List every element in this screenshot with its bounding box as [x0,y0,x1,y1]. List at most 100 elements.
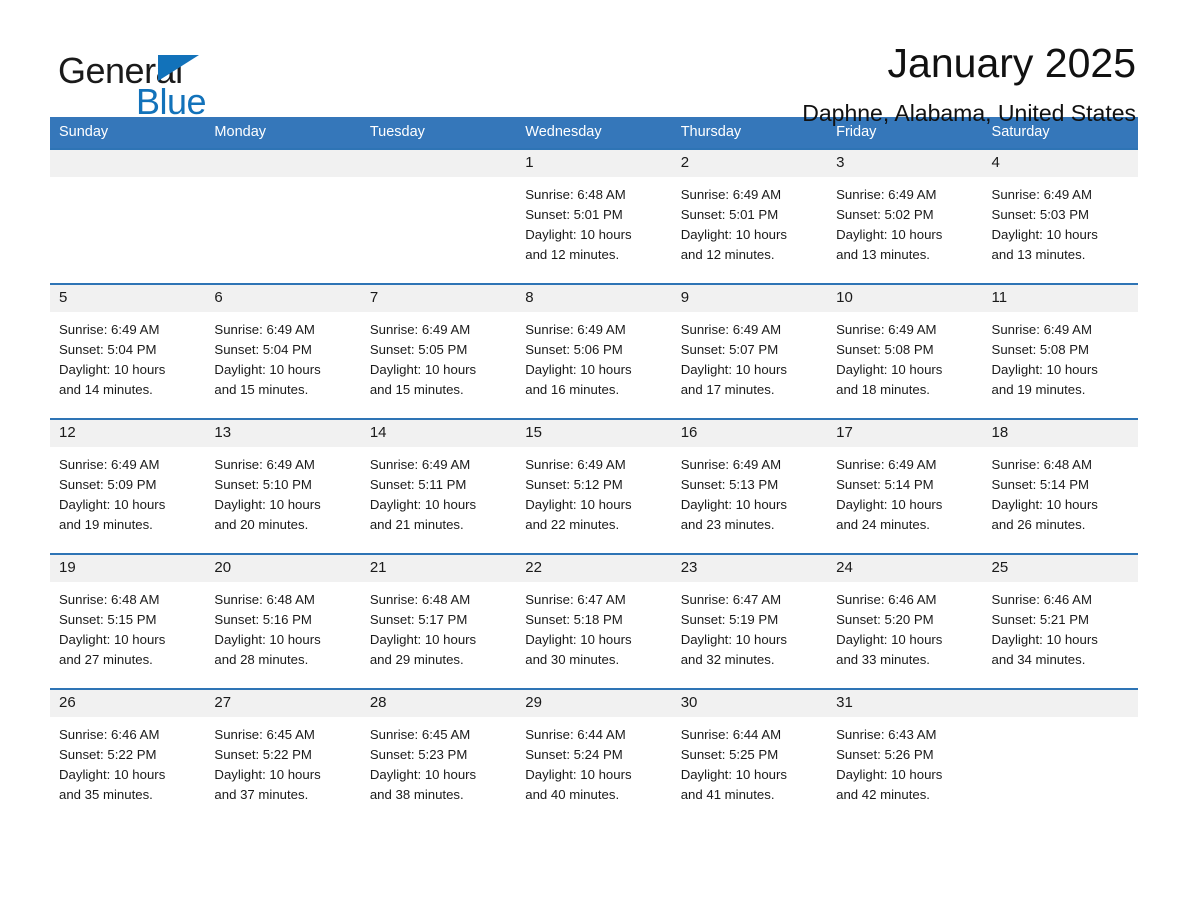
calendar-day-cell[interactable]: 27 Sunrise: 6:45 AM Sunset: 5:22 PM Dayligh… [205,688,361,823]
day-number: 3 [827,150,983,177]
calendar-day-cell[interactable]: 21 Sunrise: 6:48 AM Sunset: 5:17 PM Dayligh… [360,553,517,689]
daylight-duration-line2: and 19 minutes. [991,382,1086,397]
daylight-duration-line1: Daylight: 10 hours [369,767,477,782]
daylight-duration-line1: Daylight: 10 hours [991,632,1098,647]
sunset-time: Sunset: 5:04 PM [214,342,312,357]
day-number: 21 [360,555,517,582]
calendar-day-cell[interactable]: 31 Sunrise: 6:43 AM Sunset: 5:26 PM Dayligh… [827,688,983,823]
calendar-cell-empty [982,688,1138,823]
calendar-day-cell[interactable]: 14 Sunrise: 6:49 AM Sunset: 5:11 PM Dayligh… [360,418,517,554]
sunrise-time: Sunrise: 6:48 AM [525,187,626,202]
sunset-time: Sunset: 5:09 PM [59,477,157,492]
calendar-day-cell[interactable]: 28 Sunrise: 6:45 AM Sunset: 5:23 PM Dayligh… [360,688,517,823]
calendar-day-cell[interactable]: 17 Sunrise: 6:49 AM Sunset: 5:14 PM Dayligh… [827,418,983,554]
daylight-duration-line2: and 13 minutes. [991,247,1086,262]
day-number: 9 [671,285,828,312]
calendar-day-cell[interactable]: 3 Sunrise: 6:49 AM Sunset: 5:02 PM Daylight… [827,148,983,284]
calendar-day-cell[interactable]: 16 Sunrise: 6:49 AM Sunset: 5:13 PM Dayligh… [671,418,828,554]
daylight-duration-line1: Daylight: 10 hours [214,632,321,647]
calendar-day-cell[interactable]: 24 Sunrise: 6:46 AM Sunset: 5:20 PM Dayligh… [827,553,983,689]
day-number: 31 [827,690,983,717]
calendar-day-cell[interactable]: 8 Sunrise: 6:49 AM Sunset: 5:06 PM Daylight… [516,283,672,419]
sunset-time: Sunset: 5:25 PM [680,747,779,762]
sunset-time: Sunset: 5:15 PM [59,612,157,627]
daylight-duration-line1: Daylight: 10 hours [991,497,1098,512]
calendar-day-cell[interactable]: 6 Sunrise: 6:49 AM Sunset: 5:04 PM Daylight… [205,283,361,419]
calendar-day-cell[interactable]: 23 Sunrise: 6:47 AM Sunset: 5:19 PM Dayligh… [671,553,828,689]
calendar-day-cell[interactable]: 30 Sunrise: 6:44 AM Sunset: 5:25 PM Dayligh… [671,688,828,823]
day-details: Sunrise: 6:48 AM Sunset: 5:15 PM Daylight:… [50,582,205,670]
calendar-day-cell[interactable]: 13 Sunrise: 6:49 AM Sunset: 5:10 PM Dayligh… [205,418,361,554]
sunrise-time: Sunrise: 6:49 AM [991,322,1092,337]
sunset-time: Sunset: 5:24 PM [525,747,623,762]
daylight-duration-line2: and 16 minutes. [525,382,620,397]
day-number: 16 [671,420,828,447]
calendar-day-cell[interactable]: 5 Sunrise: 6:49 AM Sunset: 5:04 PM Daylight… [50,283,206,419]
calendar-day-cell[interactable]: 15 Sunrise: 6:49 AM Sunset: 5:12 PM Dayligh… [516,418,672,554]
daylight-duration-line1: Daylight: 10 hours [836,497,943,512]
day-number: 23 [671,555,828,582]
daylight-duration-line1: Daylight: 10 hours [836,362,943,377]
sunset-time: Sunset: 5:05 PM [369,342,468,357]
calendar-day-cell[interactable]: 25 Sunrise: 6:46 AM Sunset: 5:21 PM Dayligh… [982,553,1138,689]
daylight-duration-line2: and 19 minutes. [59,517,153,532]
sunset-time: Sunset: 5:03 PM [991,207,1090,222]
calendar-cell-empty [50,148,206,284]
brand-name-blue: Blue [136,81,207,122]
sunrise-time: Sunrise: 6:44 AM [680,727,782,742]
sunset-time: Sunset: 5:17 PM [369,612,468,627]
daylight-duration-line2: and 41 minutes. [680,787,775,802]
daylight-duration-line1: Daylight: 10 hours [680,497,787,512]
daylight-duration-line2: and 20 minutes. [214,517,309,532]
day-number [205,150,361,177]
sunset-time: Sunset: 5:26 PM [836,747,934,762]
sunset-time: Sunset: 5:13 PM [680,477,779,492]
sunrise-time: Sunrise: 6:49 AM [836,187,937,202]
daylight-duration-line1: Daylight: 10 hours [680,227,787,242]
calendar-day-cell[interactable]: 2 Sunrise: 6:49 AM Sunset: 5:01 PM Daylight… [671,148,828,284]
sunset-time: Sunset: 5:04 PM [59,342,157,357]
sunrise-time: Sunrise: 6:45 AM [369,727,471,742]
sunset-time: Sunset: 5:22 PM [214,747,312,762]
daylight-duration-line1: Daylight: 10 hours [214,362,321,377]
day-details: Sunrise: 6:46 AM Sunset: 5:20 PM Daylight:… [827,582,982,670]
calendar-day-cell[interactable]: 1 Sunrise: 6:48 AM Sunset: 5:01 PM Daylight… [516,148,672,284]
calendar-day-cell[interactable]: 4 Sunrise: 6:49 AM Sunset: 5:03 PM Daylight… [982,148,1138,284]
sunrise-time: Sunrise: 6:47 AM [525,592,626,607]
general-blue-logo[interactable]: General Blue [50,42,260,122]
calendar-page: General Blue January 2025 Daphne, Alabam… [0,0,1188,918]
calendar-cell-empty [360,148,517,284]
calendar-week-row: 12 Sunrise: 6:49 AM Sunset: 5:09 PM Dayligh… [50,418,1138,554]
calendar-day-cell[interactable]: 11 Sunrise: 6:49 AM Sunset: 5:08 PM Dayligh… [982,283,1138,419]
calendar-day-cell[interactable]: 19 Sunrise: 6:48 AM Sunset: 5:15 PM Dayligh… [50,553,206,689]
day-details: Sunrise: 6:49 AM Sunset: 5:04 PM Daylight:… [205,312,360,400]
day-number [982,690,1138,717]
calendar-day-cell[interactable]: 29 Sunrise: 6:44 AM Sunset: 5:24 PM Dayligh… [516,688,672,823]
daylight-duration-line1: Daylight: 10 hours [836,632,943,647]
daylight-duration-line1: Daylight: 10 hours [525,362,632,377]
sunset-time: Sunset: 5:19 PM [680,612,779,627]
day-details: Sunrise: 6:48 AM Sunset: 5:14 PM Daylight:… [983,447,1138,535]
day-details: Sunrise: 6:49 AM Sunset: 5:12 PM Daylight:… [516,447,671,535]
calendar-day-cell[interactable]: 22 Sunrise: 6:47 AM Sunset: 5:18 PM Dayligh… [516,553,672,689]
sunset-time: Sunset: 5:01 PM [525,207,623,222]
day-details: Sunrise: 6:49 AM Sunset: 5:07 PM Daylight:… [672,312,827,400]
calendar-week-row: 1 Sunrise: 6:48 AM Sunset: 5:01 PM Daylight… [50,148,1138,284]
calendar-day-cell[interactable]: 18 Sunrise: 6:48 AM Sunset: 5:14 PM Dayligh… [982,418,1138,554]
day-number: 1 [516,150,672,177]
triangle-flag-icon [158,55,199,81]
sunset-time: Sunset: 5:14 PM [836,477,934,492]
calendar-day-cell[interactable]: 26 Sunrise: 6:46 AM Sunset: 5:22 PM Dayligh… [50,688,206,823]
daylight-duration-line2: and 28 minutes. [214,652,309,667]
day-details: Sunrise: 6:46 AM Sunset: 5:21 PM Daylight:… [983,582,1138,670]
calendar-day-cell[interactable]: 7 Sunrise: 6:49 AM Sunset: 5:05 PM Daylight… [360,283,517,419]
day-number: 27 [205,690,361,717]
calendar-day-cell[interactable]: 20 Sunrise: 6:48 AM Sunset: 5:16 PM Dayligh… [205,553,361,689]
day-number: 18 [982,420,1138,447]
calendar-day-cell[interactable]: 9 Sunrise: 6:49 AM Sunset: 5:07 PM Daylight… [671,283,828,419]
day-number: 6 [205,285,361,312]
calendar-day-cell[interactable]: 10 Sunrise: 6:49 AM Sunset: 5:08 PM Dayligh… [827,283,983,419]
daylight-duration-line2: and 13 minutes. [836,247,930,262]
calendar-day-cell[interactable]: 12 Sunrise: 6:49 AM Sunset: 5:09 PM Dayligh… [50,418,206,554]
daylight-duration-line1: Daylight: 10 hours [525,497,632,512]
